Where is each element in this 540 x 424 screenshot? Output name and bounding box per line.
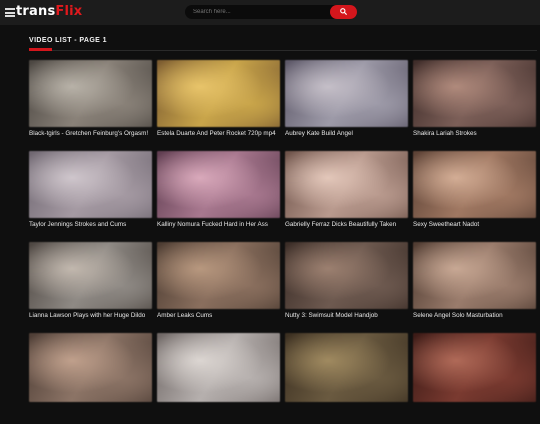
video-title[interactable]: Selene Angel Solo Masturbation: [413, 312, 536, 320]
video-card[interactable]: [413, 333, 536, 424]
video-title[interactable]: Shakira Lariah Strokes: [413, 130, 536, 138]
video-thumbnail[interactable]: [413, 242, 536, 309]
menu-icon[interactable]: [5, 8, 15, 17]
video-title[interactable]: Sexy Sweetheart Nadot: [413, 221, 536, 229]
section-accent-bar: [29, 48, 52, 51]
video-card[interactable]: Shakira Lariah Strokes: [413, 60, 536, 151]
section-divider: [29, 50, 537, 51]
video-card[interactable]: [157, 333, 280, 424]
video-thumbnail[interactable]: [157, 242, 280, 309]
top-bar: transFlix: [0, 0, 540, 25]
video-thumbnail[interactable]: [285, 151, 408, 218]
video-thumbnail[interactable]: [29, 151, 152, 218]
search-input[interactable]: [193, 5, 323, 19]
video-thumbnail[interactable]: [29, 242, 152, 309]
logo-text-primary: trans: [16, 4, 56, 19]
video-thumbnail[interactable]: [157, 151, 280, 218]
video-title[interactable]: Amber Leaks Cums: [157, 312, 280, 320]
site-logo[interactable]: transFlix: [16, 3, 82, 21]
video-card[interactable]: Aubrey Kate Build Angel: [285, 60, 408, 151]
video-title[interactable]: Lianna Lawson Plays with her Huge Dildo: [29, 312, 152, 320]
video-card[interactable]: [285, 333, 408, 424]
video-title[interactable]: Taylor Jennings Strokes and Cums: [29, 221, 152, 229]
video-thumbnail[interactable]: [413, 333, 536, 402]
video-title[interactable]: Black-tgirls - Gretchen Feinburg's Orgas…: [29, 130, 152, 138]
video-thumbnail[interactable]: [285, 242, 408, 309]
video-card[interactable]: Gabrielly Ferraz Dicks Beautifully Taken: [285, 151, 408, 242]
video-card[interactable]: Selene Angel Solo Masturbation: [413, 242, 536, 333]
video-title[interactable]: Gabrielly Ferraz Dicks Beautifully Taken: [285, 221, 408, 229]
logo-text-accent: Flix: [55, 4, 83, 19]
video-title[interactable]: Aubrey Kate Build Angel: [285, 130, 408, 138]
video-card[interactable]: Estela Duarte And Peter Rocket 720p mp4: [157, 60, 280, 151]
video-thumbnail[interactable]: [285, 333, 408, 402]
video-card[interactable]: Kalliny Nomura Fucked Hard in Her Ass: [157, 151, 280, 242]
search-button[interactable]: [330, 5, 357, 19]
video-card[interactable]: Sexy Sweetheart Nadot: [413, 151, 536, 242]
video-title[interactable]: Nutty 3: Swimsuit Model Handjob: [285, 312, 408, 320]
video-card[interactable]: Taylor Jennings Strokes and Cums: [29, 151, 152, 242]
video-grid: Black-tgirls - Gretchen Feinburg's Orgas…: [29, 60, 536, 424]
search-bar: [185, 5, 357, 19]
video-thumbnail[interactable]: [285, 60, 408, 127]
video-card[interactable]: Amber Leaks Cums: [157, 242, 280, 333]
video-card[interactable]: Black-tgirls - Gretchen Feinburg's Orgas…: [29, 60, 152, 151]
video-thumbnail[interactable]: [157, 60, 280, 127]
video-title[interactable]: Estela Duarte And Peter Rocket 720p mp4: [157, 130, 280, 138]
video-thumbnail[interactable]: [157, 333, 280, 402]
video-title[interactable]: Kalliny Nomura Fucked Hard in Her Ass: [157, 221, 280, 229]
video-card[interactable]: [29, 333, 152, 424]
video-thumbnail[interactable]: [29, 60, 152, 127]
video-card[interactable]: Nutty 3: Swimsuit Model Handjob: [285, 242, 408, 333]
section-title: VIDEO LIST - PAGE 1: [29, 37, 107, 44]
video-thumbnail[interactable]: [413, 151, 536, 218]
search-icon: [340, 8, 347, 15]
video-card[interactable]: Lianna Lawson Plays with her Huge Dildo: [29, 242, 152, 333]
video-thumbnail[interactable]: [413, 60, 536, 127]
video-thumbnail[interactable]: [29, 333, 152, 402]
